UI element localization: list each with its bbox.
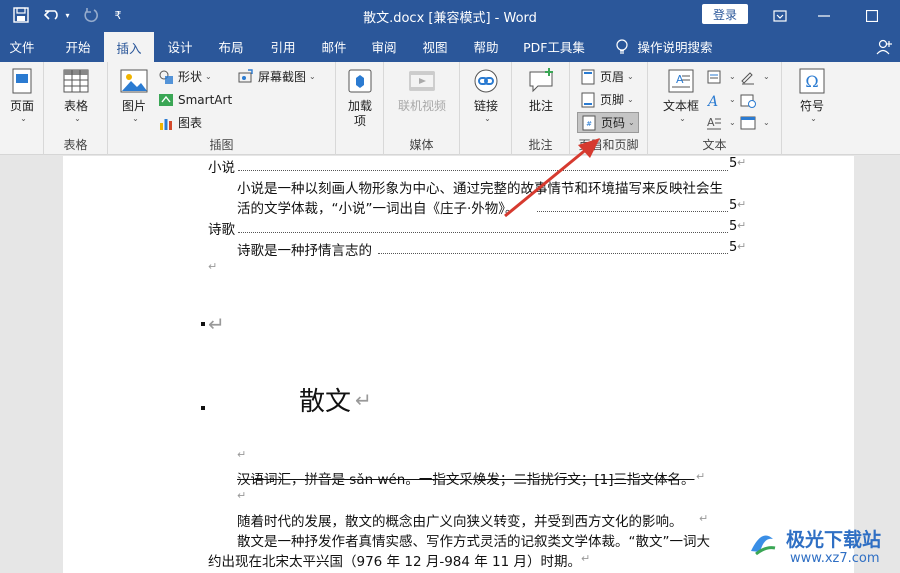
watermark: 极光下载站 www.xz7.com <box>740 520 900 573</box>
watermark-logo-icon <box>745 527 779 561</box>
watermark-brand: 极光下载站 <box>786 529 882 551</box>
watermark-url: www.xz7.com <box>790 551 880 566</box>
annotation-arrow <box>504 138 600 218</box>
